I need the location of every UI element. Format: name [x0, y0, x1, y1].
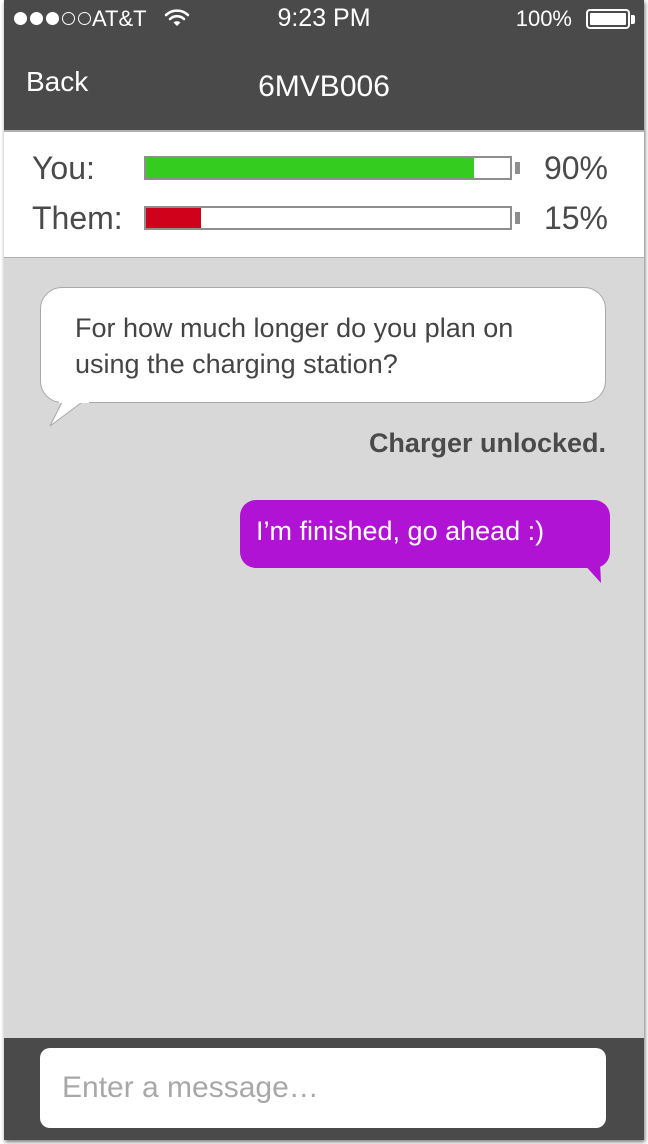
- battery-fill: [590, 13, 626, 25]
- conversation-title: 6MVB006: [258, 70, 390, 103]
- charger-status-message: Charger unlocked.: [368, 428, 606, 458]
- charge-bar-fill-you: [146, 158, 474, 178]
- phone-screen: AT&T 9:23 PM 100% Back 6MVB006 You: 90% …: [4, 0, 644, 1140]
- composer-bar: [4, 1038, 644, 1140]
- charge-levels-panel: You: 90% Them: 15%: [4, 130, 644, 258]
- message-input[interactable]: [40, 1048, 606, 1128]
- charge-label-them: Them:: [32, 200, 123, 236]
- charge-bar-tip-you: [515, 162, 520, 174]
- charge-percent-you: 90%: [543, 150, 608, 186]
- charge-bar-fill-them: [146, 208, 201, 228]
- charge-row-you: You: 90%: [4, 148, 644, 188]
- charge-row-them: Them: 15%: [4, 198, 644, 238]
- charge-bar-them: [144, 206, 512, 230]
- battery-tip: [631, 15, 635, 24]
- incoming-bubble-tail: [49, 400, 89, 427]
- charge-bar-you: [144, 156, 512, 180]
- charge-percent-them: 15%: [543, 200, 608, 236]
- battery-percent: 100%: [515, 6, 572, 31]
- charge-bar-tip-them: [515, 212, 520, 224]
- outgoing-message-bubble: I’m finished, go ahead :): [240, 500, 610, 568]
- battery-icon: [586, 9, 630, 29]
- outgoing-message-text: I’m finished, go ahead :): [256, 516, 545, 546]
- charge-label-you: You:: [32, 150, 95, 186]
- outgoing-bubble-tail: [582, 562, 601, 583]
- incoming-message-text: For how much longer do you plan on using…: [75, 313, 514, 379]
- top-bar: AT&T 9:23 PM 100% Back 6MVB006: [4, 0, 644, 130]
- incoming-message-bubble: For how much longer do you plan on using…: [40, 287, 606, 403]
- status-bar: AT&T 9:23 PM 100%: [4, 0, 644, 40]
